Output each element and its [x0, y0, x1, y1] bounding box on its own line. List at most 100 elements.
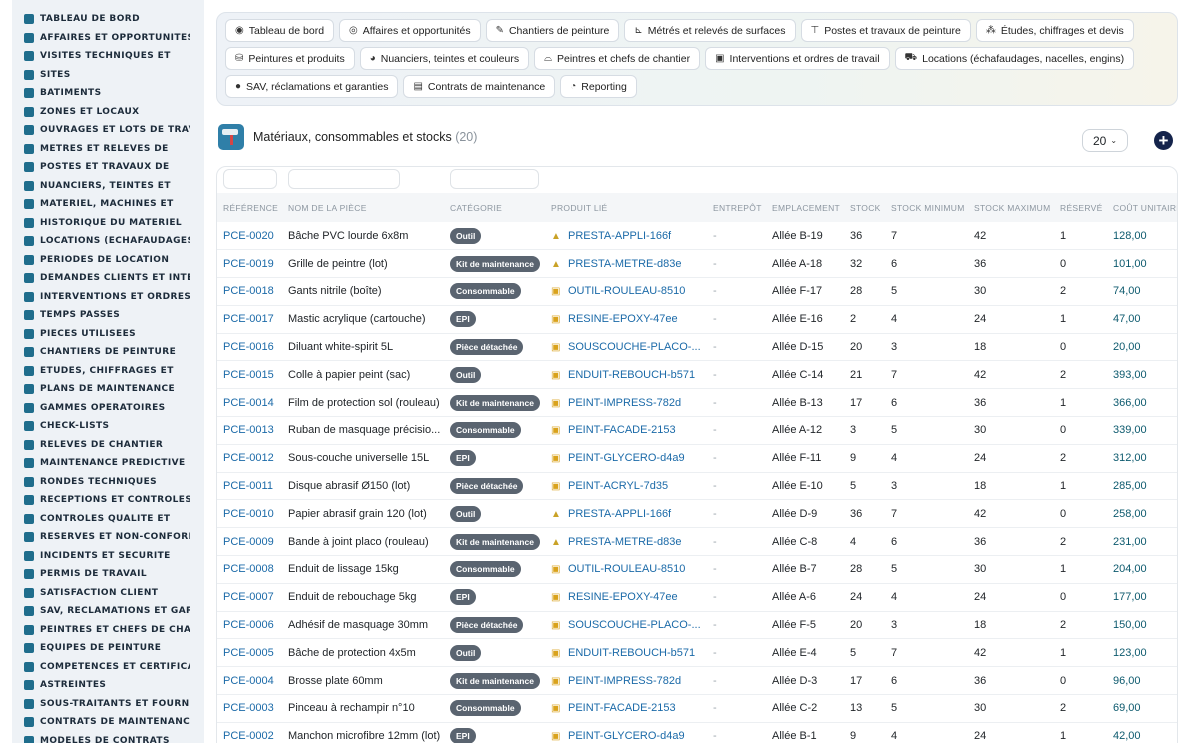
sidebar-item[interactable]: OUVRAGES ET LOTS DE TRAVAUX — [12, 121, 204, 140]
filter-name-input[interactable] — [288, 169, 400, 189]
module-chip[interactable]: ◕ Nuanciers, teintes et couleurs — [359, 47, 530, 70]
reference-link[interactable]: PCE-0015 — [217, 360, 282, 390]
sidebar-item[interactable]: POSTES ET TRAVAUX DE — [12, 158, 204, 177]
sidebar-item[interactable]: ZONES ET LOCAUX — [12, 103, 204, 122]
filter-category-input[interactable] — [450, 169, 539, 189]
reference-link[interactable]: PCE-0010 — [217, 499, 282, 529]
reference-link[interactable]: PCE-0019 — [217, 249, 282, 279]
column-header[interactable]: ENTREPÔT — [707, 193, 766, 222]
reference-link[interactable]: PCE-0002 — [217, 722, 282, 743]
sidebar-item[interactable]: SOUS-TRAITANTS ET FOURNISSEURS — [12, 695, 204, 714]
column-header[interactable]: RÉFÉRENCE — [217, 193, 282, 222]
reference-link[interactable]: PCE-0005 — [217, 638, 282, 668]
linked-product-link[interactable]: ENDUIT-REBOUCH-b571 — [568, 647, 695, 659]
table-row[interactable]: PCE-0014 Film de protection sol (rouleau)… — [217, 388, 1177, 418]
sidebar-item[interactable]: PÉRIODES DE LOCATION — [12, 251, 204, 270]
table-row[interactable]: PCE-0004 Brosse plate 60mm Kit de maintena… — [217, 666, 1177, 696]
table-row[interactable]: PCE-0020 Bâche PVC lourde 6x8m Outil ▲ PREST… — [217, 222, 1177, 251]
linked-product-link[interactable]: PEINT-FACADE-2153 — [568, 424, 676, 436]
page-size-select[interactable]: 20 ⌄ — [1082, 129, 1128, 152]
column-header[interactable]: STOCK MAXIMUM — [968, 193, 1054, 222]
table-row[interactable]: PCE-0016 Diluant white-spirit 5L Pièce dét… — [217, 333, 1177, 362]
sidebar-item[interactable]: CONTRATS DE MAINTENANCE — [12, 713, 204, 732]
column-header[interactable]: STOCK MINIMUM — [885, 193, 968, 222]
sidebar-item[interactable]: CHECK-LISTS — [12, 417, 204, 436]
table-row[interactable]: PCE-0019 Grille de peintre (lot) Kit de ma… — [217, 249, 1177, 279]
table-row[interactable]: PCE-0005 Bâche de protection 4x5m Outil ▣ EN… — [217, 638, 1177, 668]
reference-link[interactable]: PCE-0003 — [217, 694, 282, 723]
module-chip[interactable]: ⊾ Métrés et relevés de surfaces — [624, 19, 796, 42]
filter-reference-input[interactable] — [223, 169, 277, 189]
reference-link[interactable]: PCE-0017 — [217, 305, 282, 334]
column-header[interactable]: PRODUIT LIÉ — [545, 193, 707, 222]
sidebar-item[interactable]: INTERVENTIONS ET ORDRES — [12, 288, 204, 307]
sidebar-item[interactable]: SAV, RÉCLAMATIONS ET GARANTIES — [12, 602, 204, 621]
sidebar-item[interactable]: CHANTIERS DE PEINTURE — [12, 343, 204, 362]
sidebar-item[interactable]: TABLEAU DE BORD — [12, 10, 204, 29]
table-row[interactable]: PCE-0015 Colle à papier peint (sac) Outil ▣… — [217, 360, 1177, 390]
column-header[interactable]: NOM DE LA PIÈCE — [282, 193, 444, 222]
linked-product-link[interactable]: RESINE-EPOXY-47ee — [568, 313, 678, 325]
sidebar-item[interactable]: ASTREINTES — [12, 676, 204, 695]
linked-product-link[interactable]: PRESTA-METRE-d83e — [568, 258, 682, 270]
table-row[interactable]: PCE-0012 Sous-couche universelle 15L EPI ▣ P… — [217, 444, 1177, 473]
sidebar-item[interactable]: MAINTENANCE PRÉDICTIVE — [12, 454, 204, 473]
sidebar-item[interactable]: RELEVÉS DE CHANTIER — [12, 436, 204, 455]
table-row[interactable]: PCE-0002 Manchon microfibre 12mm (lot) EPI… — [217, 722, 1177, 743]
sidebar-item[interactable]: LOCATIONS (ÉCHAFAUDAGES — [12, 232, 204, 251]
linked-product-link[interactable]: PEINT-ACRYL-7d35 — [568, 480, 668, 492]
reference-link[interactable]: PCE-0006 — [217, 611, 282, 640]
sidebar-item[interactable]: BÂTIMENTS — [12, 84, 204, 103]
sidebar-item[interactable]: PIÈCES UTILISÉES — [12, 325, 204, 344]
table-row[interactable]: PCE-0006 Adhésif de masquage 30mm Pièce dé… — [217, 611, 1177, 640]
sidebar-item[interactable]: ÉQUIPES DE PEINTURE — [12, 639, 204, 658]
linked-product-link[interactable]: PEINT-IMPRESS-782d — [568, 397, 681, 409]
table-row[interactable]: PCE-0007 Enduit de rebouchage 5kg EPI ▣ RESI… — [217, 583, 1177, 612]
table-row[interactable]: PCE-0018 Gants nitrile (boîte) Consommable… — [217, 277, 1177, 306]
module-chip[interactable]: ● SAV, réclamations et garanties — [225, 75, 399, 98]
linked-product-link[interactable]: ENDUIT-REBOUCH-b571 — [568, 369, 695, 381]
linked-product-link[interactable]: PRESTA-METRE-d83e — [568, 536, 682, 548]
table-row[interactable]: PCE-0010 Papier abrasif grain 120 (lot) Ou… — [217, 499, 1177, 529]
linked-product-link[interactable]: PRESTA-APPLI-166f — [568, 508, 671, 520]
sidebar-item[interactable]: PERMIS DE TRAVAIL — [12, 565, 204, 584]
column-header[interactable]: COÛT UNITAIRE — [1107, 193, 1177, 222]
linked-product-link[interactable]: PEINT-GLYCERO-d4a9 — [568, 730, 685, 742]
column-header[interactable]: CATÉGORIE — [444, 193, 545, 222]
reference-link[interactable]: PCE-0007 — [217, 583, 282, 612]
linked-product-link[interactable]: RESINE-EPOXY-47ee — [568, 591, 678, 603]
module-chip[interactable]: ◎ Affaires et opportunités — [339, 19, 481, 42]
sidebar-item[interactable]: TEMPS PASSÉS — [12, 306, 204, 325]
linked-product-link[interactable]: PRESTA-APPLI-166f — [568, 230, 671, 242]
sidebar-item[interactable]: SITES — [12, 66, 204, 85]
sidebar-item[interactable]: MATÉRIEL, MACHINES ET — [12, 195, 204, 214]
linked-product-link[interactable]: SOUSCOUCHE-PLACO-... — [568, 619, 701, 631]
module-chip[interactable]: ⛁ Peintures et produits — [225, 47, 355, 70]
sidebar-item[interactable]: RÉCEPTIONS ET CONTRÔLES — [12, 491, 204, 510]
reference-link[interactable]: PCE-0011 — [217, 472, 282, 501]
reference-link[interactable]: PCE-0014 — [217, 388, 282, 418]
table-row[interactable]: PCE-0017 Mastic acrylique (cartouche) EPI ▣… — [217, 305, 1177, 334]
table-row[interactable]: PCE-0003 Pinceau à rechampir n°10 Consomma… — [217, 694, 1177, 723]
column-header[interactable]: RÉSERVÉ — [1054, 193, 1107, 222]
sidebar-item[interactable]: VISITES TECHNIQUES ET — [12, 47, 204, 66]
sidebar-item[interactable]: NUANCIERS, TEINTES ET — [12, 177, 204, 196]
column-header[interactable]: EMPLACEMENT — [766, 193, 844, 222]
module-chip[interactable]: ▣ Interventions et ordres de travail — [705, 47, 890, 70]
linked-product-link[interactable]: SOUSCOUCHE-PLACO-... — [568, 341, 701, 353]
sidebar-item[interactable]: SATISFACTION CLIENT — [12, 584, 204, 603]
sidebar-item[interactable]: INCIDENTS ET SÉCURITÉ — [12, 547, 204, 566]
sidebar-item[interactable]: ÉTUDES, CHIFFRAGES ET — [12, 362, 204, 381]
table-row[interactable]: PCE-0013 Ruban de masquage précisio... Con… — [217, 416, 1177, 445]
reference-link[interactable]: PCE-0013 — [217, 416, 282, 445]
module-chip[interactable]: ⛟ Locations (échafaudages, nacelles, engi… — [894, 47, 1135, 70]
sidebar-item[interactable]: RÉSERVES ET NON-CONFORMITÉS — [12, 528, 204, 547]
reference-link[interactable]: PCE-0020 — [217, 222, 282, 251]
sidebar-item[interactable]: MÉTRÉS ET RELEVÉS DE — [12, 140, 204, 159]
reference-link[interactable]: PCE-0008 — [217, 555, 282, 584]
sidebar-item[interactable]: RONDES TECHNIQUES — [12, 473, 204, 492]
add-record-button[interactable]: + — [1154, 131, 1173, 150]
module-chip[interactable]: ⊤ Postes et travaux de peinture — [800, 19, 971, 42]
linked-product-link[interactable]: OUTIL-ROULEAU-8510 — [568, 563, 685, 575]
reference-link[interactable]: PCE-0018 — [217, 277, 282, 306]
